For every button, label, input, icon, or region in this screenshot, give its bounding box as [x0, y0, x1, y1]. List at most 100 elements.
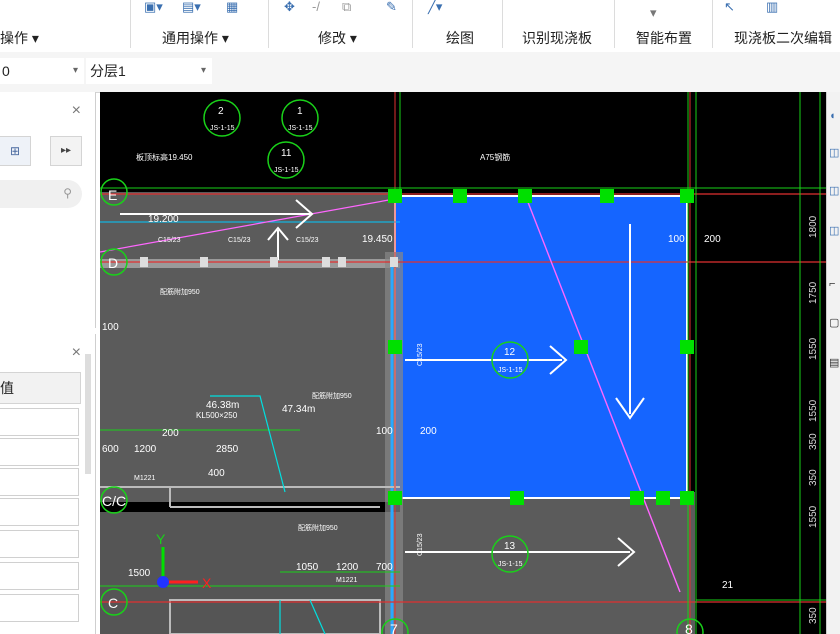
move-icon[interactable]: ✥	[284, 0, 295, 14]
edit-icon[interactable]: ✎	[386, 0, 397, 14]
area-label: 47.34m	[282, 404, 315, 415]
ribbon-group-modify[interactable]: 修改 ▾	[318, 28, 357, 48]
elevation-top-label: 板顶标高19.450	[136, 152, 193, 162]
callout-label-13: 13	[504, 541, 516, 552]
tool-icon[interactable]: ◫	[829, 184, 839, 197]
ribbon-group-slab-edit[interactable]: 现浇板二次编辑	[734, 28, 832, 48]
floor-icon[interactable]: ▣▾	[144, 0, 163, 14]
property-value-field[interactable]	[0, 594, 79, 622]
callout-label-1: 1	[297, 106, 303, 117]
component-panel: × ⊞ ▸▸ ⚲	[0, 92, 96, 328]
grid-icon[interactable]: ▦	[226, 0, 238, 14]
property-value-field[interactable]	[0, 530, 79, 558]
axis-label-d: D	[108, 255, 118, 271]
ribbon-group-operate[interactable]: 操作 ▾	[0, 28, 39, 48]
callout-sub-11: JS-1-15	[274, 167, 299, 174]
copy-icon[interactable]: ⧉	[342, 0, 351, 14]
trim-icon[interactable]: -/	[312, 0, 320, 14]
tool-icon[interactable]: ◫	[829, 146, 839, 159]
area-label: 46.38m	[206, 400, 239, 411]
dimension-label: 700	[376, 562, 393, 573]
x-axis-label: X	[202, 575, 212, 591]
dimension-label: 1200	[134, 444, 157, 455]
dimension-label: 1550	[808, 399, 819, 422]
ribbon-toolbar: ▣▾ ▤▾ ▦ ✥ -/ ⧉ ✎ ╱▾ ▾ ↖ ▥ 操作 ▾ 通用操作 ▾ 修改…	[0, 0, 840, 53]
beam-label: KL500×250	[196, 411, 238, 420]
dimension-label: 200	[704, 234, 721, 245]
layer-select-value: 分层1	[90, 63, 126, 79]
slab-grey-bottom	[400, 492, 695, 634]
callout-sub-12: JS-1-15	[498, 367, 523, 374]
new-component-icon[interactable]: ⊞	[0, 136, 31, 166]
dimension-label: 1800	[808, 215, 819, 238]
axis-label-8: 8	[685, 621, 693, 634]
axis-label-cc: C/C	[102, 493, 126, 509]
ribbon-group-smart-layout[interactable]: 智能布置	[636, 28, 692, 48]
property-value-field[interactable]	[0, 562, 79, 590]
drawing-canvas[interactable]: E D C/C C 7 8 2 1 11 12 13 JS-1-15 JS-1-…	[100, 92, 840, 634]
door-label: M1221	[336, 577, 358, 584]
chevron-down-icon: ▾	[200, 65, 206, 76]
property-value-field[interactable]	[0, 498, 79, 526]
layer-select[interactable]: 分层1 ▾	[86, 58, 212, 84]
layer-icon[interactable]: ▤▾	[182, 0, 201, 14]
selected-slab	[394, 195, 688, 499]
dimension-label: 2850	[216, 444, 239, 455]
dimension-label: 200	[162, 428, 179, 439]
property-value-field[interactable]	[0, 408, 79, 436]
axis-label-c: C	[108, 595, 118, 611]
floor-select[interactable]: 0 ▾	[0, 58, 84, 84]
section-label: C15/23	[417, 533, 424, 556]
ribbon-group-identify-slab[interactable]: 识别现浇板	[522, 28, 592, 48]
close-icon[interactable]: ×	[72, 344, 81, 362]
component-search-input[interactable]: ⚲	[0, 180, 82, 208]
slab-grey-top	[100, 192, 400, 262]
dimension-label: 1050	[296, 562, 319, 573]
property-header: 值	[0, 372, 81, 404]
close-icon[interactable]: ×	[72, 102, 81, 120]
dimension-label: 1750	[808, 281, 819, 304]
dimension-label: 21	[722, 580, 734, 591]
dimension-label: 1550	[808, 337, 819, 360]
rebar-note: 配筋附加950	[312, 391, 352, 400]
property-value-field[interactable]	[0, 438, 79, 466]
ribbon-group-common[interactable]: 通用操作 ▾	[162, 28, 229, 48]
callout-sub-1: JS-1-15	[288, 125, 313, 132]
wall-vertical	[385, 252, 403, 634]
dimension-label: 350	[808, 433, 819, 450]
dimension-label: 400	[208, 468, 225, 479]
expand-icon[interactable]: ▸▸	[50, 136, 82, 166]
rebar-label: A75钢筋	[480, 152, 510, 162]
callout-sub-2: JS-1-15	[210, 125, 235, 132]
chevron-down-icon: ▾	[72, 65, 78, 76]
section-label: C15/23	[417, 343, 424, 366]
dimension-label: 1550	[808, 505, 819, 528]
batch-icon[interactable]: ▥	[766, 0, 778, 14]
callout-label-12: 12	[504, 347, 516, 358]
pick-icon[interactable]: ↖	[724, 0, 735, 14]
line-icon[interactable]: ╱▾	[428, 0, 442, 14]
property-value-field[interactable]	[0, 468, 79, 496]
axis-label-7: 7	[390, 621, 398, 634]
floor-toolbar: 0 ▾ 分层1 ▾	[0, 52, 840, 93]
tool-icon[interactable]: ⌐	[829, 278, 835, 290]
section-label: C15/23	[296, 237, 319, 244]
tool-icon[interactable]: ▢	[829, 316, 839, 329]
dropdown-icon[interactable]: ▾	[650, 6, 657, 20]
tool-icon[interactable]: ◖	[829, 110, 836, 122]
dimension-label: 1200	[336, 562, 359, 573]
callout-label-11: 11	[281, 148, 292, 159]
section-label: C15/23	[228, 237, 251, 244]
dimension-label: 1500	[128, 568, 151, 579]
property-header-label: 值	[0, 380, 14, 396]
tool-icon[interactable]: ▤	[829, 356, 839, 369]
dimension-label: 350	[808, 607, 819, 624]
ribbon-group-draw[interactable]: 绘图	[446, 28, 474, 48]
dimension-label: 100	[102, 322, 119, 333]
dimension-label: 200	[420, 426, 437, 437]
search-icon: ⚲	[63, 186, 72, 200]
origin-marker	[157, 576, 169, 588]
scrollbar[interactable]	[85, 354, 91, 474]
dimension-label: 350	[808, 469, 819, 486]
tool-icon[interactable]: ◫	[829, 224, 839, 237]
